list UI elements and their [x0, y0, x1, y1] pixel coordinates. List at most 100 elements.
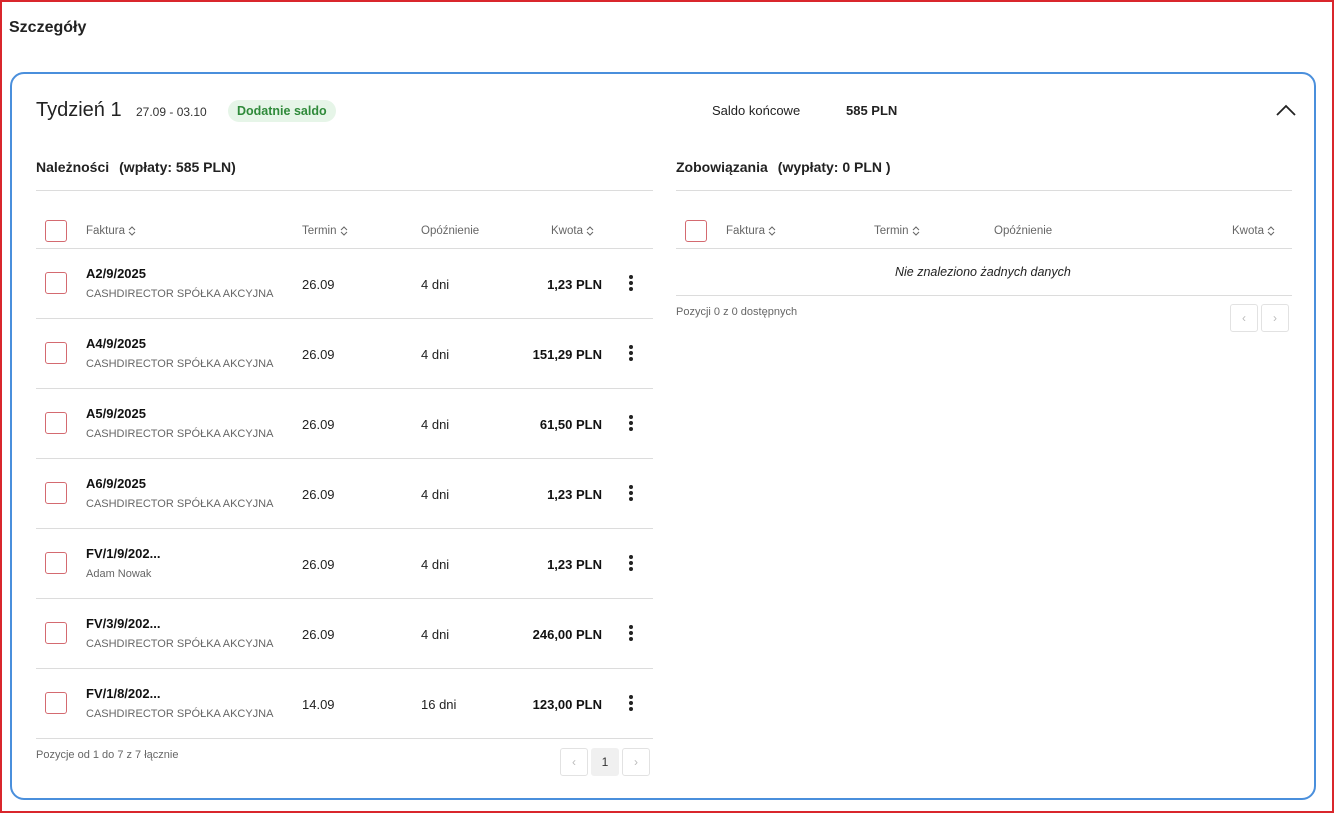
- divider: [676, 295, 1292, 296]
- delay-days: 4 dni: [421, 277, 450, 292]
- invoice-number[interactable]: FV/3/9/202...: [86, 616, 160, 631]
- row-checkbox[interactable]: [45, 552, 67, 574]
- invoice-number[interactable]: A6/9/2025: [86, 476, 146, 491]
- amount-value: 151,29 PLN: [532, 347, 602, 362]
- select-all-checkbox[interactable]: [45, 220, 67, 242]
- sort-icon: [1267, 226, 1275, 236]
- column-header-amount[interactable]: Kwota: [1232, 225, 1275, 237]
- more-options-icon[interactable]: [626, 343, 636, 365]
- liabilities-title: Zobowiązania (wypłaty: 0 PLN ): [676, 159, 891, 175]
- divider: [36, 190, 653, 191]
- row-checkbox[interactable]: [45, 412, 67, 434]
- prev-page-button[interactable]: ‹: [1230, 304, 1258, 332]
- page-1-button[interactable]: 1: [591, 748, 619, 776]
- term-date: 26.09: [302, 417, 335, 432]
- receivables-subtitle: (wpłaty: 585 PLN): [119, 159, 236, 175]
- page-title: Szczegóły: [9, 19, 87, 36]
- more-options-icon[interactable]: [626, 553, 636, 575]
- column-header-delay: Opóźnienie: [421, 225, 480, 237]
- select-all-checkbox[interactable]: [685, 220, 707, 242]
- week-card: Tydzień 1 27.09 - 03.10 Dodatnie saldo S…: [10, 72, 1316, 800]
- empty-message: Nie znaleziono żadnych danych: [895, 265, 1071, 279]
- row-checkbox[interactable]: [45, 272, 67, 294]
- column-header-term[interactable]: Termin: [302, 225, 348, 237]
- more-options-icon[interactable]: [626, 483, 636, 505]
- term-date: 26.09: [302, 487, 335, 502]
- more-options-icon[interactable]: [626, 273, 636, 295]
- row-checkbox[interactable]: [45, 342, 67, 364]
- sort-icon: [768, 226, 776, 236]
- sort-icon: [340, 226, 347, 236]
- divider: [676, 248, 1292, 249]
- more-options-icon[interactable]: [626, 693, 636, 715]
- divider: [676, 190, 1292, 191]
- divider: [36, 248, 653, 249]
- counterparty-name: CASHDIRECTOR SPÓŁKA AKCYJNA: [86, 428, 274, 440]
- term-date: 26.09: [302, 627, 335, 642]
- divider: [36, 388, 653, 389]
- row-checkbox[interactable]: [45, 622, 67, 644]
- amount-value: 123,00 PLN: [532, 697, 602, 712]
- receivables-title-label: Należności: [36, 159, 110, 175]
- column-header-term[interactable]: Termin: [874, 225, 920, 237]
- delay-days: 4 dni: [421, 487, 450, 502]
- column-header-invoice[interactable]: Faktura: [86, 225, 136, 237]
- invoice-number[interactable]: A5/9/2025: [86, 406, 146, 421]
- sort-icon: [586, 226, 594, 236]
- counterparty-name: CASHDIRECTOR SPÓŁKA AKCYJNA: [86, 358, 274, 370]
- liabilities-footer: Pozycji 0 z 0 dostępnych: [676, 306, 798, 318]
- week-range: 27.09 - 03.10: [136, 105, 207, 119]
- prev-page-button[interactable]: ‹: [560, 748, 588, 776]
- liabilities-subtitle: (wypłaty: 0 PLN ): [777, 159, 891, 175]
- counterparty-name: CASHDIRECTOR SPÓŁKA AKCYJNA: [86, 288, 274, 300]
- divider: [36, 668, 653, 669]
- divider: [36, 738, 653, 739]
- delay-days: 4 dni: [421, 627, 450, 642]
- counterparty-name: CASHDIRECTOR SPÓŁKA AKCYJNA: [86, 638, 274, 650]
- week-title: Tydzień 1: [36, 99, 122, 121]
- invoice-number[interactable]: FV/1/9/202...: [86, 546, 160, 561]
- divider: [36, 528, 653, 529]
- saldo-label: Saldo końcowe: [712, 103, 801, 118]
- sort-icon: [912, 226, 919, 236]
- term-date: 26.09: [302, 557, 335, 572]
- invoice-number[interactable]: A2/9/2025: [86, 266, 146, 281]
- counterparty-name: CASHDIRECTOR SPÓŁKA AKCYJNA: [86, 708, 274, 720]
- counterparty-name: CASHDIRECTOR SPÓŁKA AKCYJNA: [86, 498, 274, 510]
- divider: [36, 458, 653, 459]
- invoice-number[interactable]: FV/1/8/202...: [86, 686, 160, 701]
- term-date: 14.09: [302, 697, 335, 712]
- divider: [36, 598, 653, 599]
- more-options-icon[interactable]: [626, 413, 636, 435]
- column-header-amount[interactable]: Kwota: [551, 225, 594, 237]
- chevron-up-icon: [1276, 104, 1296, 116]
- amount-value: 61,50 PLN: [539, 417, 602, 432]
- row-checkbox[interactable]: [45, 692, 67, 714]
- column-header-invoice[interactable]: Faktura: [726, 225, 776, 237]
- term-date: 26.09: [302, 277, 335, 292]
- next-page-button[interactable]: ›: [1261, 304, 1289, 332]
- status-badge: Dodatnie saldo: [228, 100, 336, 122]
- divider: [36, 318, 653, 319]
- delay-days: 16 dni: [421, 697, 457, 712]
- next-page-button[interactable]: ›: [622, 748, 650, 776]
- amount-value: 1,23 PLN: [547, 557, 602, 572]
- row-checkbox[interactable]: [45, 482, 67, 504]
- amount-value: 1,23 PLN: [547, 277, 602, 292]
- invoice-number[interactable]: A4/9/2025: [86, 336, 146, 351]
- saldo-value: 585 PLN: [846, 103, 898, 118]
- delay-days: 4 dni: [421, 557, 450, 572]
- receivables-footer: Pozycje od 1 do 7 z 7 łącznie: [36, 749, 179, 761]
- receivables-title: Należności (wpłaty: 585 PLN): [36, 159, 236, 175]
- column-header-delay: Opóźnienie: [994, 225, 1053, 237]
- amount-value: 1,23 PLN: [547, 487, 602, 502]
- sort-icon: [128, 226, 136, 236]
- more-options-icon[interactable]: [626, 623, 636, 645]
- counterparty-name: Adam Nowak: [86, 568, 152, 580]
- collapse-button[interactable]: [1274, 100, 1298, 120]
- delay-days: 4 dni: [421, 417, 450, 432]
- delay-days: 4 dni: [421, 347, 450, 362]
- liabilities-title-label: Zobowiązania: [676, 159, 768, 175]
- term-date: 26.09: [302, 347, 335, 362]
- amount-value: 246,00 PLN: [532, 627, 602, 642]
